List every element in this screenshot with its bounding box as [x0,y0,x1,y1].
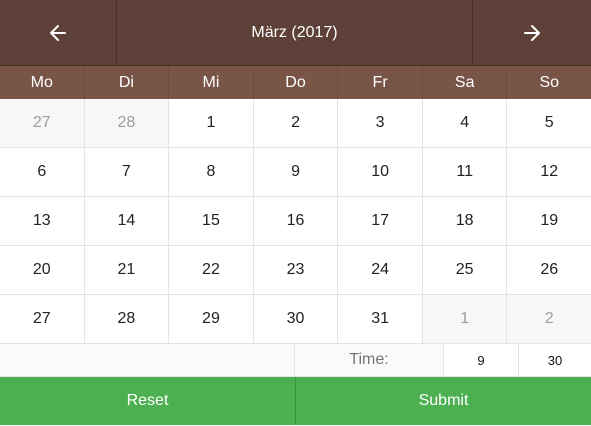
calendar-header: März (2017) [0,0,591,66]
next-month-button[interactable] [472,0,591,65]
calendar-day[interactable]: 15 [169,197,254,246]
calendar-grid: 27 28 1 2 3 4 5 6 7 8 9 10 11 12 13 14 15 16 17 18 19 20 21 22 2… [0,99,591,344]
calendar-day[interactable]: 4 [422,99,508,148]
calendar-week-row: 20 21 22 23 24 25 26 [0,246,591,295]
calendar-day[interactable]: 20 [0,246,85,295]
time-bar-spacer [0,344,295,376]
calendar-day[interactable]: 18 [422,197,508,246]
date-time-picker: März (2017) Mo Di Mi Do Fr Sa So 27 28 1 2 3… [0,0,591,426]
time-label: Time: [295,344,444,376]
arrow-right-icon [522,23,542,43]
calendar-day-other-month[interactable]: 28 [84,99,170,148]
calendar-day-other-month[interactable]: 1 [422,295,508,344]
calendar-day[interactable]: 26 [507,246,591,295]
weekday-label: Fr [338,66,423,99]
submit-button[interactable]: Submit [296,377,591,425]
calendar-week-row: 27 28 29 30 31 1 2 [0,295,591,344]
calendar-day[interactable]: 3 [338,99,423,148]
calendar-day[interactable]: 1 [169,99,254,148]
arrow-left-icon [48,23,68,43]
calendar-day[interactable]: 16 [253,197,339,246]
weekday-label: So [539,73,560,91]
calendar-day[interactable]: 11 [422,148,508,197]
calendar-day[interactable]: 23 [253,246,339,295]
calendar-day[interactable]: 27 [0,295,85,344]
calendar-week-row: 13 14 15 16 17 18 19 [0,197,591,246]
calendar-day[interactable]: 9 [253,148,339,197]
weekday-label: Mi [169,66,254,99]
calendar-day[interactable]: 24 [338,246,423,295]
month-year-title[interactable]: März (2017) [117,0,472,65]
calendar-day[interactable]: 21 [84,246,170,295]
reset-button[interactable]: Reset [0,377,296,425]
minute-input[interactable]: 30 [519,344,591,376]
calendar-day[interactable]: 17 [338,197,423,246]
calendar-day[interactable]: 8 [169,148,254,197]
calendar-day[interactable]: 13 [0,197,85,246]
calendar-day[interactable]: 10 [338,148,423,197]
calendar-day[interactable]: 31 [338,295,423,344]
calendar-day-other-month[interactable]: 2 [507,295,591,344]
weekday-label: Do [254,66,339,99]
hour-input[interactable]: 9 [444,344,519,376]
weekday-label: Mo [0,66,85,99]
calendar-day[interactable]: 7 [84,148,170,197]
calendar-day[interactable]: 22 [169,246,254,295]
calendar-day[interactable]: 14 [84,197,170,246]
calendar-week-row: 27 28 1 2 3 4 5 [0,99,591,148]
calendar-day[interactable]: 29 [169,295,254,344]
calendar-day[interactable]: 2 [253,99,339,148]
calendar-day[interactable]: 28 [84,295,170,344]
weekday-label: Sa [423,66,508,99]
prev-month-button[interactable] [0,0,117,65]
calendar-day[interactable]: 5 [507,99,591,148]
calendar-week-row: 6 7 8 9 10 11 12 [0,148,591,197]
calendar-day[interactable]: 6 [0,148,85,197]
weekday-header-row: Mo Di Mi Do Fr Sa So [0,66,591,99]
calendar-day-other-month[interactable]: 27 [0,99,85,148]
weekday-label: Di [85,66,170,99]
calendar-day[interactable]: 12 [507,148,591,197]
calendar-day[interactable]: 30 [253,295,339,344]
calendar-day[interactable]: 25 [422,246,508,295]
action-bar: Reset Submit [0,377,591,425]
time-bar: Time: 9 30 [0,344,591,377]
calendar-day[interactable]: 19 [507,197,591,246]
